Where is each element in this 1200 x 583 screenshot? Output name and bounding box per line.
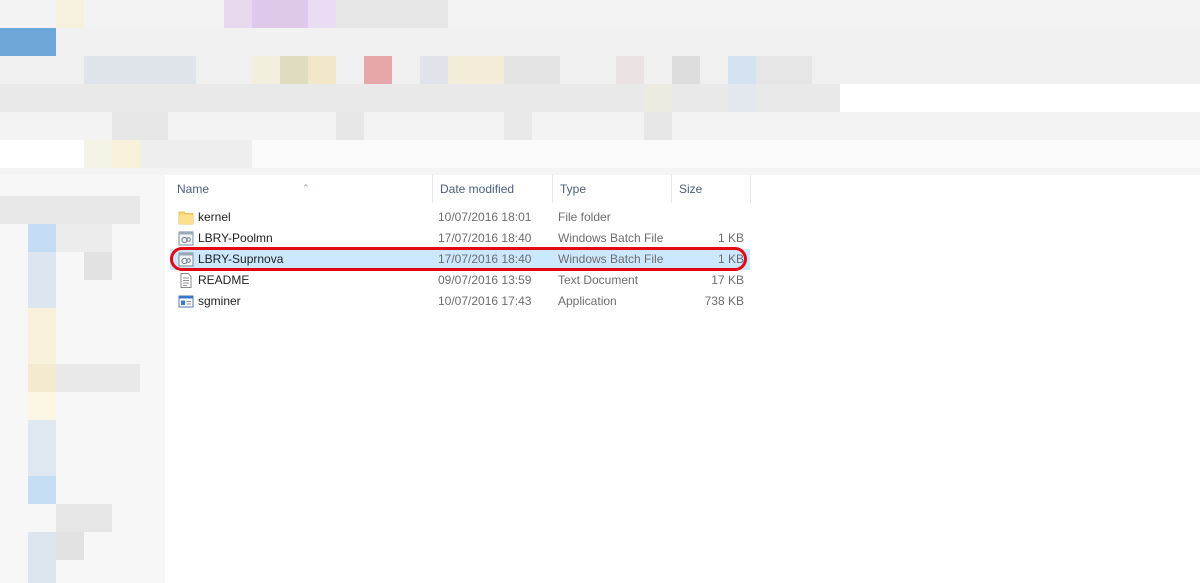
file-type: File folder [558,210,611,224]
file-date-modified: 10/07/2016 18:01 [438,210,532,224]
file-date-modified: 09/07/2016 13:59 [438,273,532,287]
text-document-icon [180,273,192,288]
file-type: Text Document [558,273,639,287]
highlight-annotation-ring [170,247,747,271]
column-header-name[interactable]: ⌃ Name [170,175,432,203]
file-row-kernel[interactable]: kernel 10/07/2016 18:01 File folder [170,207,750,228]
file-size: 17 KB [711,273,744,287]
file-row-sgminer[interactable]: sgminer 10/07/2016 17:43 Application 738… [170,291,750,312]
batch-file-icon [178,231,194,246]
column-header-size[interactable]: Size [671,175,751,203]
column-header-date-modified[interactable]: Date modified [432,175,552,203]
file-date-modified: 10/07/2016 17:43 [438,294,532,308]
folder-icon [178,211,194,225]
file-size: 738 KB [704,294,744,308]
file-name: sgminer [198,294,241,308]
file-date-modified: 17/07/2016 18:40 [438,231,532,245]
file-type: Windows Batch File [558,231,664,245]
sort-ascending-icon: ⌃ [302,183,310,193]
file-size: 1 KB [717,231,744,245]
file-list-pane: ⌃ Name Date modified Type Size kernel 10… [165,175,1200,583]
column-header-type[interactable]: Type [552,175,672,203]
file-name: kernel [198,210,231,224]
file-name: README [198,273,250,287]
obscured-ribbon-area [0,0,1200,175]
file-row-lbry-poolmn[interactable]: LBRY-Poolmn 17/07/2016 18:40 Windows Bat… [170,228,750,249]
file-type: Application [558,294,617,308]
application-icon [178,295,194,308]
obscured-navigation-pane [0,175,165,583]
column-header-row: ⌃ Name Date modified Type Size [165,175,1200,203]
file-row-readme[interactable]: README 09/07/2016 13:59 Text Document 17… [170,270,750,291]
file-name: LBRY-Poolmn [198,231,273,245]
